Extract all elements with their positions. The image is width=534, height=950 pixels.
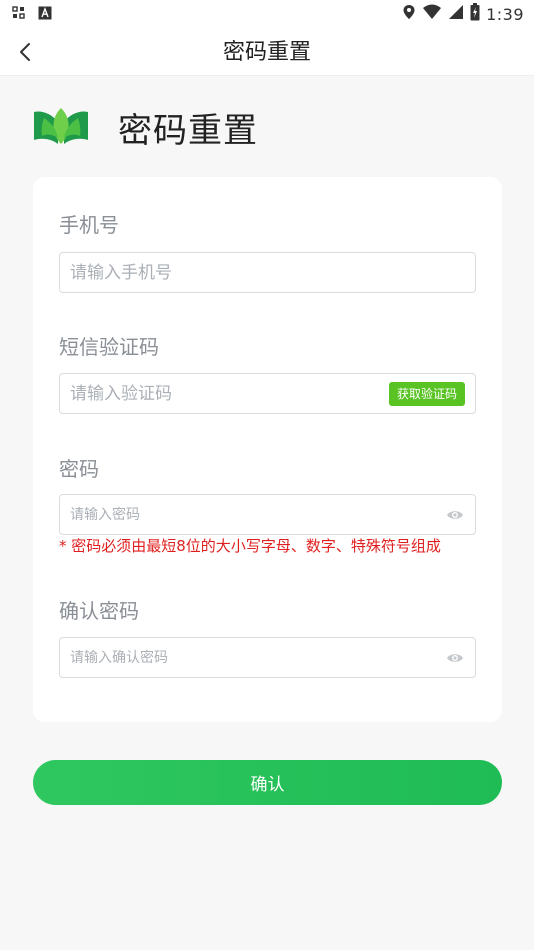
nav-bar: 密码重置 <box>0 28 534 76</box>
sms-label: 短信验证码 <box>59 335 159 359</box>
password-hint: * 密码必须由最短8位的大小写字母、数字、特殊符号组成 <box>59 537 441 555</box>
password-input-box <box>59 494 476 535</box>
phone-input-box <box>59 252 476 293</box>
book-leaf-logo <box>32 104 90 150</box>
signal-icon <box>448 4 464 24</box>
text-a-icon <box>38 5 52 24</box>
confirm-password-input-box <box>59 637 476 678</box>
brand-header: 密码重置 <box>32 104 258 151</box>
eye-icon[interactable] <box>445 648 465 668</box>
status-right: 1:39 <box>402 3 524 25</box>
status-bar: 1:39 <box>0 0 534 28</box>
status-time: 1:39 <box>486 4 524 24</box>
get-code-button[interactable]: 获取验证码 <box>388 381 465 406</box>
sms-code-input[interactable] <box>70 374 389 413</box>
confirm-password-input[interactable] <box>70 638 445 677</box>
phone-input[interactable] <box>70 253 465 292</box>
eye-icon[interactable] <box>445 505 465 525</box>
wifi-icon <box>422 4 442 24</box>
reset-form-card: 手机号 短信验证码 获取验证码 密码 * 密码必须由最短8位的大小写字母、数字、… <box>33 177 502 722</box>
password-input[interactable] <box>70 495 445 534</box>
location-icon <box>402 4 416 24</box>
sms-input-box: 获取验证码 <box>59 373 476 414</box>
nav-title: 密码重置 <box>222 40 311 65</box>
confirm-password-label: 确认密码 <box>59 599 139 623</box>
battery-icon <box>470 3 480 25</box>
phone-label: 手机号 <box>59 213 119 237</box>
status-left <box>12 5 52 24</box>
confirm-button[interactable]: 确认 <box>33 760 502 805</box>
brand-title: 密码重置 <box>118 110 258 151</box>
app-grid-icon <box>12 5 26 24</box>
password-label: 密码 <box>59 457 99 481</box>
